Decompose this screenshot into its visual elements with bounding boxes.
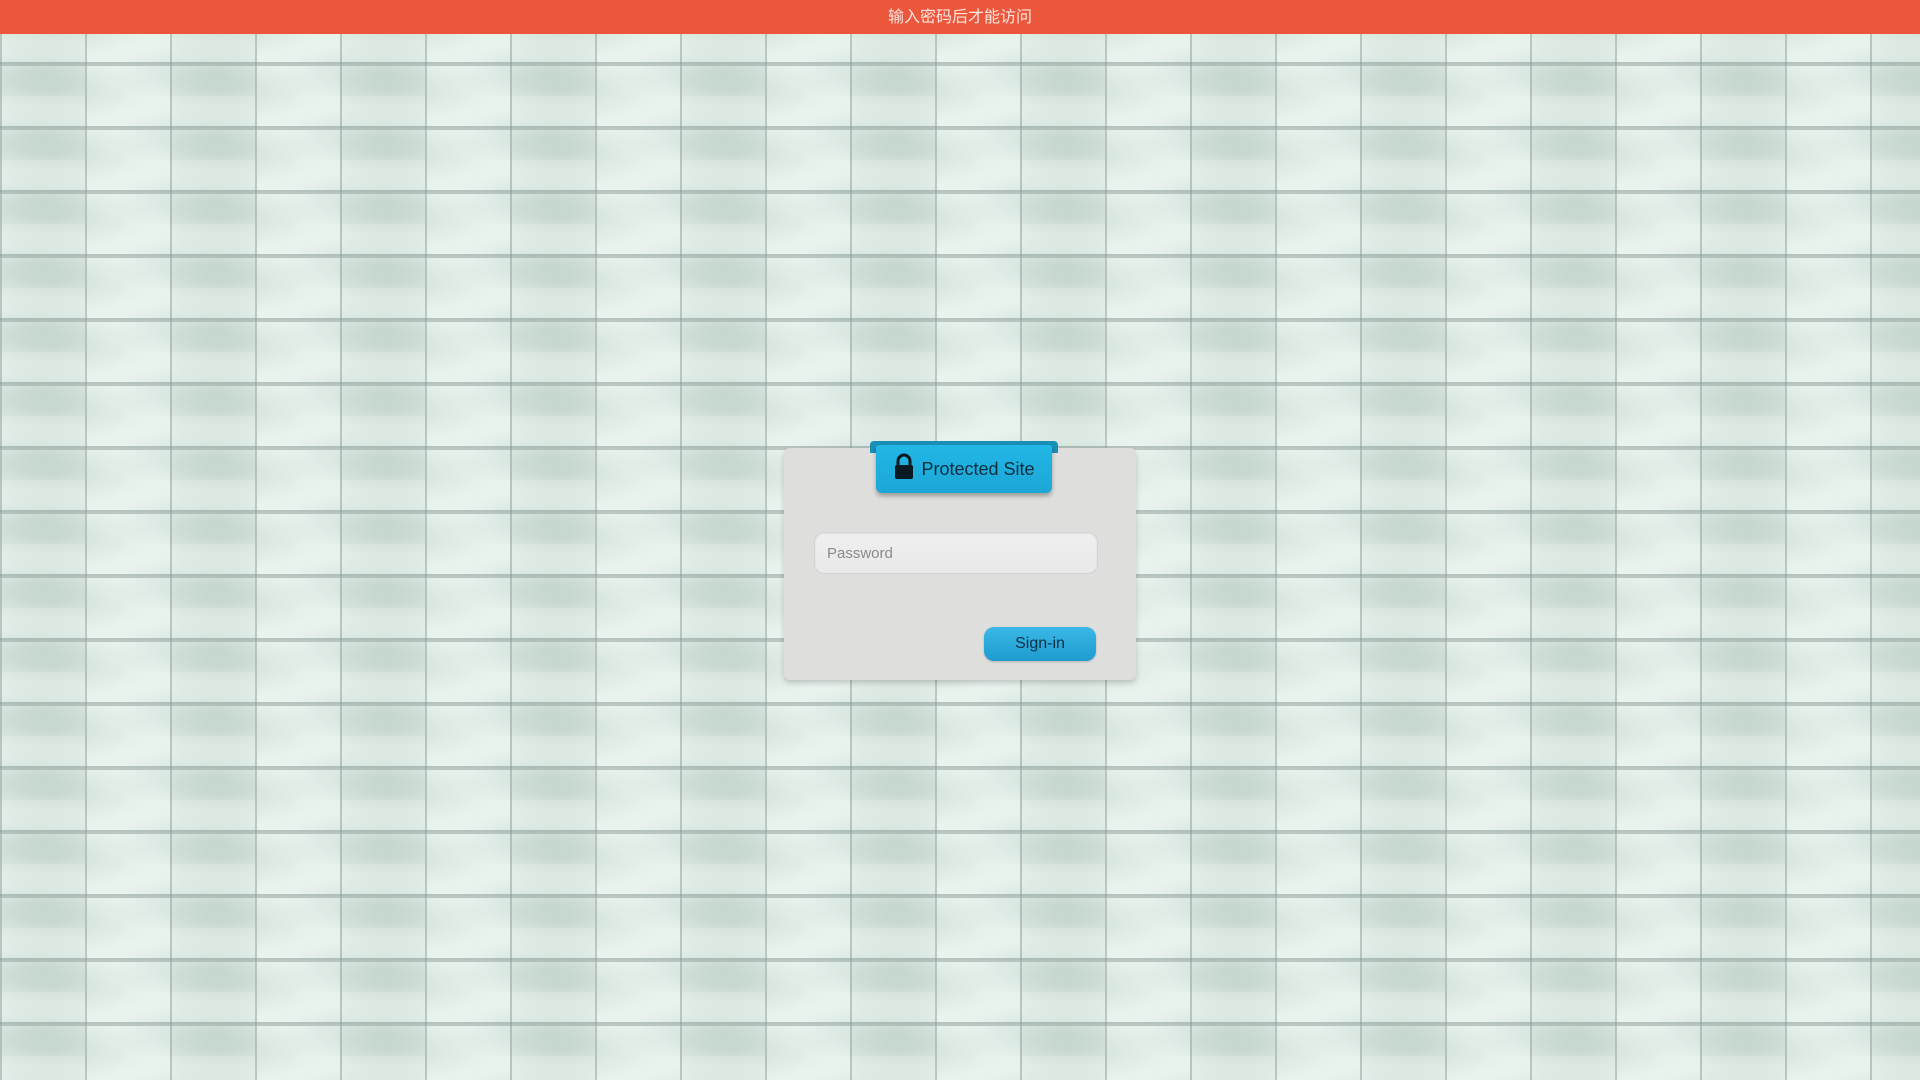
access-notice-banner: 输入密码后才能访问 [0,0,1920,34]
page-title: Protected Site [921,458,1035,479]
protected-site-ribbon: Protected Site [870,441,1058,493]
password-input[interactable] [814,532,1098,574]
ribbon-header: Protected Site [876,445,1052,493]
sign-in-button[interactable]: Sign-in [984,627,1096,661]
lock-icon [893,453,915,481]
access-notice-text: 输入密码后才能访问 [887,7,1032,26]
